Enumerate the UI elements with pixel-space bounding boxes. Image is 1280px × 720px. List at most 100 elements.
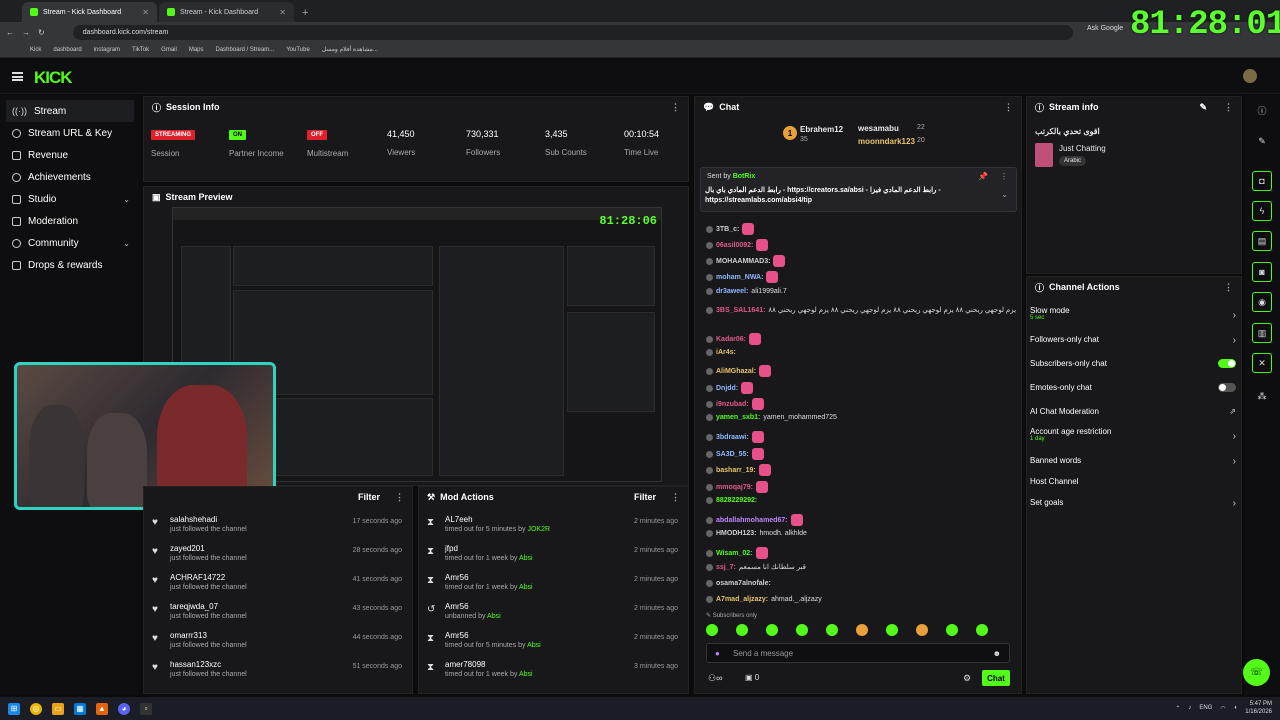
microphone-icon[interactable]: ●	[715, 649, 720, 658]
chat-username[interactable]: i9nzubad:	[716, 401, 749, 408]
leader-name[interactable]: moonndark123	[858, 137, 915, 146]
edit-icon[interactable]: ✎	[1251, 130, 1273, 152]
emotes-only-toggle[interactable]	[1218, 383, 1236, 392]
chat-username[interactable]: 8828229292:	[716, 497, 757, 504]
language-indicator[interactable]: ENG	[1199, 705, 1212, 711]
chat-username[interactable]: 3bdraawi:	[716, 434, 749, 441]
followers-only-row[interactable]: Followers-only chat ›	[1030, 335, 1240, 346]
chat-username[interactable]: dr3aweel:	[716, 288, 748, 295]
chat-username[interactable]: mmoqaj79:	[716, 484, 753, 491]
bookmark[interactable]: dashboard	[53, 47, 81, 53]
emoji-icon[interactable]: ☻	[993, 649, 1001, 658]
emote-icon[interactable]	[856, 624, 868, 636]
leader-name[interactable]: Ebrahem12	[800, 125, 843, 134]
info-icon[interactable]: ⓘ	[1251, 99, 1273, 121]
chat-username[interactable]: Dnjdd:	[716, 385, 738, 392]
browser-tab[interactable]: Stream - Kick Dashboard ✕	[159, 2, 294, 22]
chat-username[interactable]: abdallahmohamed67:	[716, 517, 788, 524]
broadcast-icon[interactable]: ◉	[1252, 292, 1272, 312]
speaker-icon[interactable]: ◖	[1234, 705, 1238, 711]
edit-icon[interactable]: ✎	[1199, 102, 1207, 113]
chat-username[interactable]: ssj_7:	[716, 564, 736, 571]
subscribers-only-toggle[interactable]	[1218, 359, 1236, 368]
ai-moderation-row[interactable]: AI Chat Moderation ⇗	[1030, 407, 1240, 416]
wrench-icon[interactable]: ✕	[1252, 353, 1272, 373]
filter-button[interactable]: Filter	[358, 492, 380, 502]
ask-google-button[interactable]: Ask Google	[1087, 25, 1123, 32]
obs-icon[interactable]: ▫	[140, 702, 152, 715]
subscribers-only-row[interactable]: Subscribers-only chat	[1030, 359, 1240, 368]
emote-icon[interactable]	[826, 624, 838, 636]
emote-icon[interactable]	[706, 624, 718, 636]
file-explorer-icon[interactable]: ▭	[52, 702, 64, 715]
emote-icon[interactable]	[886, 624, 898, 636]
chat-username[interactable]: basharr_19:	[716, 467, 756, 474]
settings-gear-icon[interactable]: ⚙	[963, 673, 971, 684]
sidebar-item-studio[interactable]: Studio ⌄	[0, 188, 140, 210]
emote-icon[interactable]	[916, 624, 928, 636]
browser-tab[interactable]: Stream - Kick Dashboard ✕	[22, 2, 157, 22]
share-icon[interactable]: ⁂	[1251, 385, 1273, 407]
close-tab-icon[interactable]: ✕	[142, 8, 149, 17]
more-icon[interactable]: ⋮	[671, 102, 680, 113]
chat-username[interactable]: moham_NWA:	[716, 274, 763, 281]
bookmark[interactable]: YouTube	[286, 47, 310, 53]
bookmark[interactable]: TikTok	[132, 47, 149, 53]
chat-bubble-icon[interactable]: ◙	[1252, 262, 1272, 282]
forward-icon[interactable]: →	[22, 28, 30, 37]
avatar[interactable]	[1243, 69, 1257, 83]
kick-logo[interactable]: KICK	[34, 68, 73, 88]
app-icon[interactable]: ▲	[96, 702, 108, 715]
emote-icon[interactable]	[976, 624, 988, 636]
leader-name[interactable]: wesamabu	[858, 124, 899, 133]
emotes-only-row[interactable]: Emotes-only chat	[1030, 383, 1240, 392]
microphone-icon[interactable]: ♪	[1188, 705, 1191, 711]
sidebar-item-stream[interactable]: ((·)) Stream	[6, 100, 134, 122]
sidebar-item-achievements[interactable]: Achievements	[0, 166, 140, 188]
bolt-icon[interactable]: ϟ	[1252, 201, 1272, 221]
filter-button[interactable]: Filter	[634, 492, 656, 502]
more-icon[interactable]: ⋮	[395, 492, 404, 503]
sidebar-item-revenue[interactable]: Revenue	[0, 144, 140, 166]
document-icon[interactable]: ▤	[1252, 231, 1272, 251]
bookmark[interactable]: instagram	[94, 47, 120, 53]
users-icon[interactable]: ⚇∞	[708, 673, 722, 684]
sidebar-item-moderation[interactable]: Moderation	[0, 210, 140, 232]
emote-icon[interactable]	[766, 624, 778, 636]
more-icon[interactable]: ⋮	[1224, 102, 1233, 113]
store-icon[interactable]: ▦	[74, 702, 86, 715]
windows-start-icon[interactable]: ⊞	[8, 702, 20, 715]
chat-input[interactable]: ● Send a message ☻	[706, 643, 1010, 663]
chevron-up-icon[interactable]: ⌃	[1175, 705, 1180, 712]
chrome-icon[interactable]: ◎	[30, 702, 42, 715]
bookmark[interactable]: Gmail	[161, 47, 177, 53]
sidebar-item-drops-rewards[interactable]: Drops & rewards	[0, 254, 140, 276]
bookmark[interactable]: Kick	[30, 47, 41, 53]
sidebar-item-stream-url-key[interactable]: Stream URL & Key	[0, 122, 140, 144]
more-icon[interactable]: ⋮	[1004, 102, 1013, 113]
slow-mode-row[interactable]: Slow mode 5 sec ›	[1030, 306, 1240, 321]
category-name[interactable]: Just Chatting	[1059, 144, 1106, 153]
close-tab-icon[interactable]: ✕	[279, 8, 286, 17]
emote-icon[interactable]	[946, 624, 958, 636]
chat-username[interactable]: HMODH123:	[716, 530, 756, 537]
server-icon[interactable]: ▥	[1252, 323, 1272, 343]
more-icon[interactable]: ⋮	[1000, 172, 1008, 181]
chat-username[interactable]: osama7alnofale:	[716, 580, 771, 587]
new-tab-icon[interactable]: +	[302, 7, 308, 19]
more-icon[interactable]: ⋮	[1224, 282, 1233, 293]
chat-username[interactable]: 3BS_SAL1641:	[716, 307, 765, 314]
camera-icon[interactable]: ◘	[1252, 171, 1272, 191]
more-icon[interactable]: ⋮	[671, 492, 680, 503]
reload-icon[interactable]: ↻	[38, 28, 45, 37]
chat-username[interactable]: 06asil0092:	[716, 242, 753, 249]
host-channel-row[interactable]: Host Channel	[1030, 477, 1240, 486]
bookmark[interactable]: مشاهدة أفلام ومسل...	[322, 46, 378, 53]
chat-username[interactable]: yamen_sxb1:	[716, 414, 760, 421]
clock[interactable]: 5:47 PM 1/16/2026	[1245, 700, 1272, 716]
sidebar-item-community[interactable]: Community ⌄	[0, 232, 140, 254]
bookmark[interactable]: Dashboard / Stream...	[216, 47, 275, 53]
account-age-row[interactable]: Account age restriction 1 day ›	[1030, 427, 1240, 442]
chat-username[interactable]: Wisam_02:	[716, 550, 753, 557]
set-goals-row[interactable]: Set goals ›	[1030, 498, 1240, 509]
